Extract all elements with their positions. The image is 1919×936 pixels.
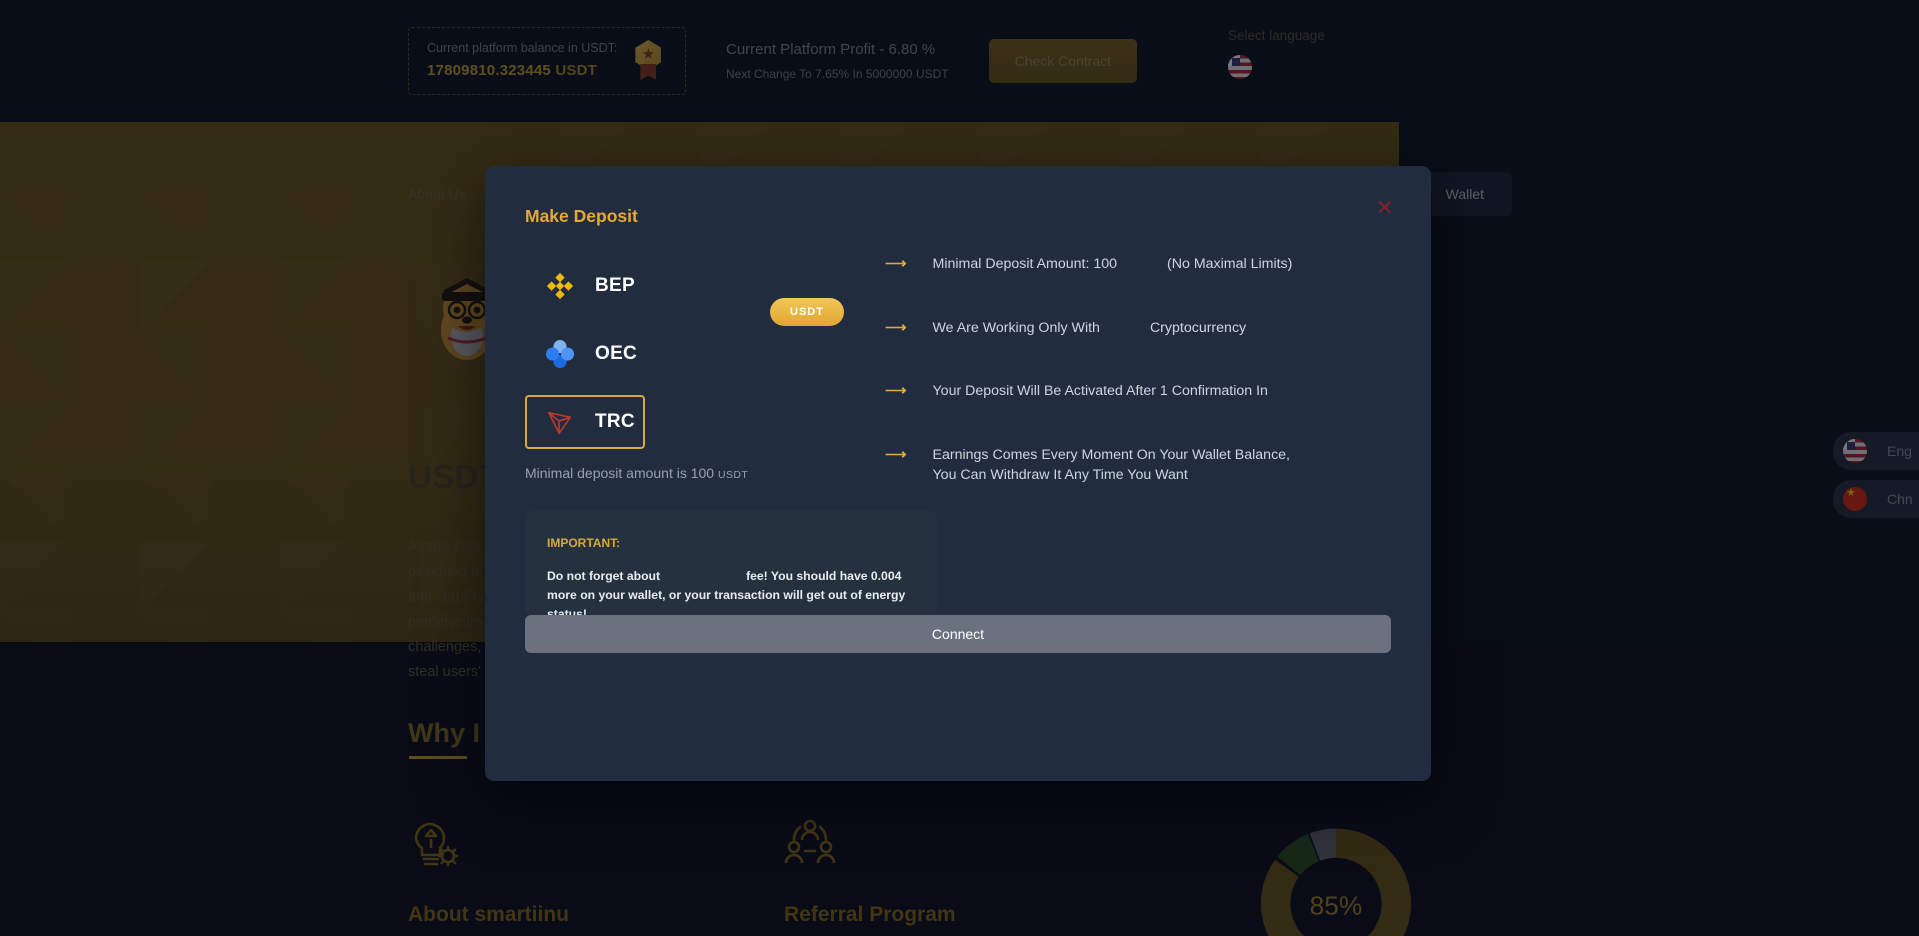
usdt-token-badge[interactable]: USDT	[770, 298, 844, 326]
minimal-deposit-text: Minimal deposit amount is 100	[525, 465, 718, 481]
close-icon[interactable]: ✕	[1376, 197, 1394, 219]
info-text: Earnings Comes Every Moment On Your Wall…	[932, 446, 1290, 484]
important-body-part1: Do not forget about	[547, 569, 661, 583]
info-row: ⟶ Minimal Deposit Amount: 100 (No Maximal…	[885, 254, 1395, 275]
important-body-part2: fee! You should have 0.004	[746, 569, 902, 583]
arrow-right-icon: ⟶	[885, 382, 907, 400]
binance-icon	[546, 272, 574, 300]
info-text-part1: We Are Working Only With	[932, 319, 1100, 336]
info-row: ⟶ Earnings Comes Every Moment On Your Wa…	[885, 445, 1395, 486]
network-option-trc[interactable]: TRC	[525, 395, 645, 449]
connect-button[interactable]: Connect	[525, 615, 1391, 653]
network-option-bep[interactable]: BEP	[525, 259, 645, 313]
page-root: Current platform balance in USDT: 178098…	[0, 0, 1919, 936]
info-row: ⟶ We Are Working Only With Cryptocurrency	[885, 318, 1395, 339]
arrow-right-icon: ⟶	[885, 318, 907, 336]
info-text-part2: (No Maximal Limits)	[1167, 256, 1293, 272]
minimal-deposit-unit: USDT	[718, 469, 749, 481]
info-text: Minimal Deposit Amount: 100 (No Maximal L…	[933, 254, 1293, 275]
info-row: ⟶ Your Deposit Will Be Activated After 1…	[885, 381, 1395, 402]
network-selector: BEP OEC TRC	[525, 259, 885, 463]
network-label-oec: OEC	[595, 343, 638, 364]
modal-title: Make Deposit	[525, 206, 638, 226]
okc-icon	[545, 339, 575, 369]
network-label-bep: BEP	[595, 275, 635, 296]
network-option-oec[interactable]: OEC	[525, 327, 645, 381]
info-text-part2: Cryptocurrency	[1149, 319, 1247, 336]
info-text: We Are Working Only With Cryptocurrency	[933, 318, 1247, 339]
network-label-trc: TRC	[595, 411, 635, 432]
tron-icon	[547, 411, 572, 435]
info-text: Your Deposit Will Be Activated After 1 C…	[932, 383, 1268, 400]
arrow-right-icon: ⟶	[885, 255, 907, 272]
important-notice-box: IMPORTANT: Do not forget about fee! You s…	[525, 511, 937, 621]
important-heading: IMPORTANT:	[547, 536, 621, 550]
arrow-right-icon: ⟶	[885, 445, 907, 463]
deposit-info-list: ⟶ Minimal Deposit Amount: 100 (No Maximal…	[885, 254, 1395, 529]
info-text-part1: Minimal Deposit Amount: 100	[932, 256, 1118, 272]
make-deposit-modal: Make Deposit ✕ BEP OEC TRC Minimal depos…	[485, 166, 1431, 781]
minimal-deposit-note: Minimal deposit amount is 100 USDT	[525, 465, 748, 481]
